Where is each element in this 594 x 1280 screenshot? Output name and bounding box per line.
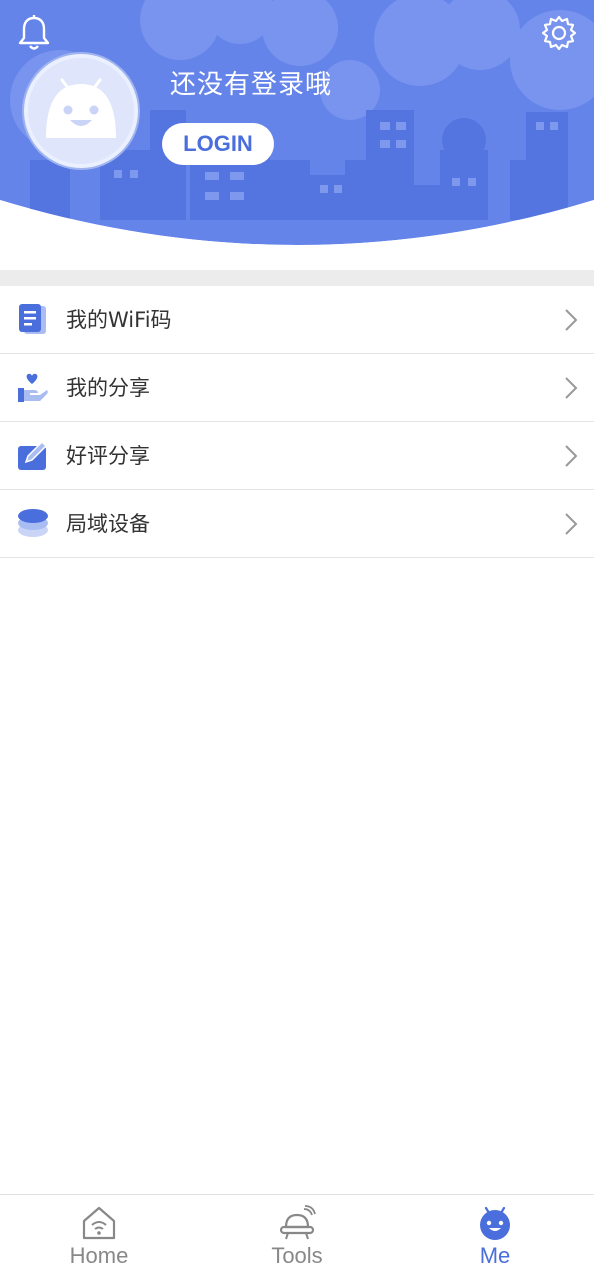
bottom-navigation: Home Tools Me bbox=[0, 1194, 594, 1280]
robot-avatar-icon bbox=[28, 58, 134, 164]
chevron-right-icon bbox=[564, 308, 578, 332]
section-separator bbox=[0, 270, 594, 286]
menu-item-label: 好评分享 bbox=[66, 444, 150, 468]
menu-item-my-share[interactable]: 我的分享 bbox=[0, 354, 594, 422]
menu-item-review-share[interactable]: 好评分享 bbox=[0, 422, 594, 490]
nav-tab-tools[interactable]: Tools bbox=[198, 1195, 396, 1280]
stack-layers-icon bbox=[16, 506, 50, 540]
avatar[interactable] bbox=[24, 54, 138, 168]
nav-label: Tools bbox=[271, 1243, 323, 1268]
edit-pencil-icon bbox=[16, 438, 50, 472]
menu-list: 我的WiFi码 我的分享 好评分享 局域设备 bbox=[0, 286, 594, 558]
tools-ufo-icon bbox=[278, 1205, 316, 1241]
gear-icon[interactable] bbox=[540, 14, 578, 52]
chevron-right-icon bbox=[564, 512, 578, 536]
menu-item-label: 局域设备 bbox=[66, 512, 150, 536]
nav-tab-home[interactable]: Home bbox=[0, 1195, 198, 1280]
nav-label: Me bbox=[479, 1243, 511, 1268]
home-wifi-icon bbox=[80, 1205, 118, 1241]
not-logged-in-text: 还没有登录哦 bbox=[170, 70, 333, 100]
document-icon bbox=[16, 302, 50, 336]
login-button[interactable]: LOGIN bbox=[162, 123, 274, 165]
menu-item-label: 我的WiFi码 bbox=[66, 308, 172, 332]
menu-item-wifi-code[interactable]: 我的WiFi码 bbox=[0, 286, 594, 354]
hand-heart-icon bbox=[16, 370, 50, 404]
nav-label: Home bbox=[69, 1243, 129, 1268]
robot-face-icon bbox=[476, 1205, 514, 1241]
chevron-right-icon bbox=[564, 444, 578, 468]
bell-icon[interactable] bbox=[16, 14, 52, 52]
menu-item-label: 我的分享 bbox=[66, 376, 150, 400]
menu-item-lan-devices[interactable]: 局域设备 bbox=[0, 490, 594, 558]
profile-header: 还没有登录哦 LOGIN bbox=[0, 0, 594, 270]
nav-tab-me[interactable]: Me bbox=[396, 1195, 594, 1280]
chevron-right-icon bbox=[564, 376, 578, 400]
